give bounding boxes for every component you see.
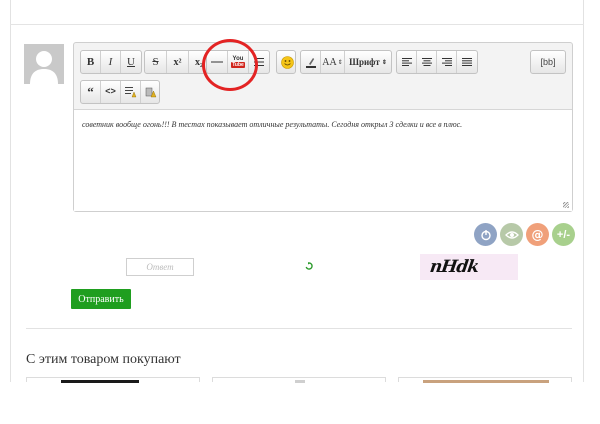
align-justify-button[interactable] <box>457 51 477 73</box>
font-family-select[interactable]: Шрифт ⇕ <box>345 51 391 73</box>
script-group: S x² x₂ <box>144 50 210 74</box>
bb-toggle-button[interactable]: [bb] <box>531 51 565 73</box>
quote-button[interactable]: “ <box>81 81 101 103</box>
align-justify-icon <box>462 58 472 66</box>
spoiler-button[interactable] <box>121 81 141 103</box>
bb-group: [bb] <box>530 50 566 74</box>
quote-icon: “ <box>87 84 94 99</box>
horizontal-rule-button[interactable] <box>207 51 228 73</box>
emoji-group <box>276 50 296 74</box>
avatar <box>24 44 64 84</box>
font-size-select[interactable]: AA ⇕ <box>321 51 345 73</box>
submit-button[interactable]: Отправить <box>71 289 131 309</box>
comment-editor: B I U S x² x₂ You Tube AA ⇕ Шрифт ⇕ [bb]… <box>73 42 573 212</box>
font-family-label: Шрифт <box>349 57 380 67</box>
smiley-button[interactable] <box>277 51 297 73</box>
align-right-button[interactable] <box>437 51 457 73</box>
underline-button[interactable]: U <box>121 51 141 73</box>
align-left-icon <box>401 58 412 66</box>
alignment-group <box>396 50 478 74</box>
plus-minus-icon: +/- <box>556 228 571 241</box>
code-button[interactable]: <> <box>101 81 121 103</box>
italic-button[interactable]: I <box>101 51 121 73</box>
power-icon <box>480 229 491 240</box>
share-buttons: @ +/- <box>474 223 575 246</box>
spoiler-icon <box>124 86 136 97</box>
product-card[interactable] <box>26 377 200 383</box>
user-silhouette-icon <box>24 44 64 84</box>
captcha-text: nHdk <box>428 257 480 277</box>
youtube-button[interactable]: You Tube <box>228 51 249 73</box>
font-group: AA ⇕ Шрифт ⇕ <box>300 50 392 74</box>
share-icon-1[interactable] <box>474 223 497 246</box>
text-color-button[interactable] <box>301 51 321 73</box>
share-icon-2[interactable] <box>500 223 523 246</box>
refresh-captcha-icon[interactable] <box>305 262 313 270</box>
at-icon: @ <box>531 227 544 242</box>
related-products-title: С этим товаром покупают <box>26 352 181 367</box>
related-products-row <box>26 377 572 383</box>
top-divider <box>10 24 584 25</box>
font-size-arrow-icon: ⇕ <box>337 59 343 66</box>
align-right-icon <box>441 58 452 66</box>
product-card[interactable] <box>398 377 572 383</box>
insert-group: “ <> <box>80 80 160 104</box>
hide-icon <box>145 87 157 97</box>
bold-button[interactable]: B <box>81 51 101 73</box>
resize-grip-icon[interactable] <box>563 202 569 208</box>
list-icon <box>254 58 264 66</box>
youtube-icon-bottom: Tube <box>231 62 245 68</box>
align-center-icon <box>421 58 432 66</box>
product-thumbnail <box>295 380 305 383</box>
share-icon-3[interactable]: @ <box>526 223 549 246</box>
align-left-button[interactable] <box>397 51 417 73</box>
list-button[interactable] <box>249 51 269 73</box>
font-family-arrow-icon: ⇕ <box>381 59 387 66</box>
smiley-icon <box>280 55 294 69</box>
superscript-button[interactable]: x² <box>167 51 189 73</box>
captcha-image: nHdk <box>420 254 518 280</box>
text-color-icon <box>305 58 316 68</box>
comment-text: советник вообще огонь!!! В тестах показы… <box>82 120 463 129</box>
product-thumbnail <box>61 380 139 383</box>
hide-button[interactable] <box>141 81 161 103</box>
media-group: You Tube <box>206 50 270 74</box>
font-size-label: AA <box>322 56 337 68</box>
comment-textarea[interactable]: советник вообще огонь!!! В тестах показы… <box>74 109 572 211</box>
product-thumbnail <box>423 380 549 383</box>
share-icon-4[interactable]: +/- <box>552 223 575 246</box>
strikethrough-button[interactable]: S <box>145 51 167 73</box>
text-style-group: B I U <box>80 50 142 74</box>
align-center-button[interactable] <box>417 51 437 73</box>
reply-input[interactable]: Ответ <box>126 258 194 276</box>
product-card[interactable] <box>212 377 386 383</box>
eye-icon <box>504 230 519 239</box>
horizontal-line-icon <box>211 61 223 63</box>
section-divider <box>26 328 572 329</box>
editor-toolbar: B I U S x² x₂ You Tube AA ⇕ Шрифт ⇕ [bb]… <box>74 43 572 107</box>
